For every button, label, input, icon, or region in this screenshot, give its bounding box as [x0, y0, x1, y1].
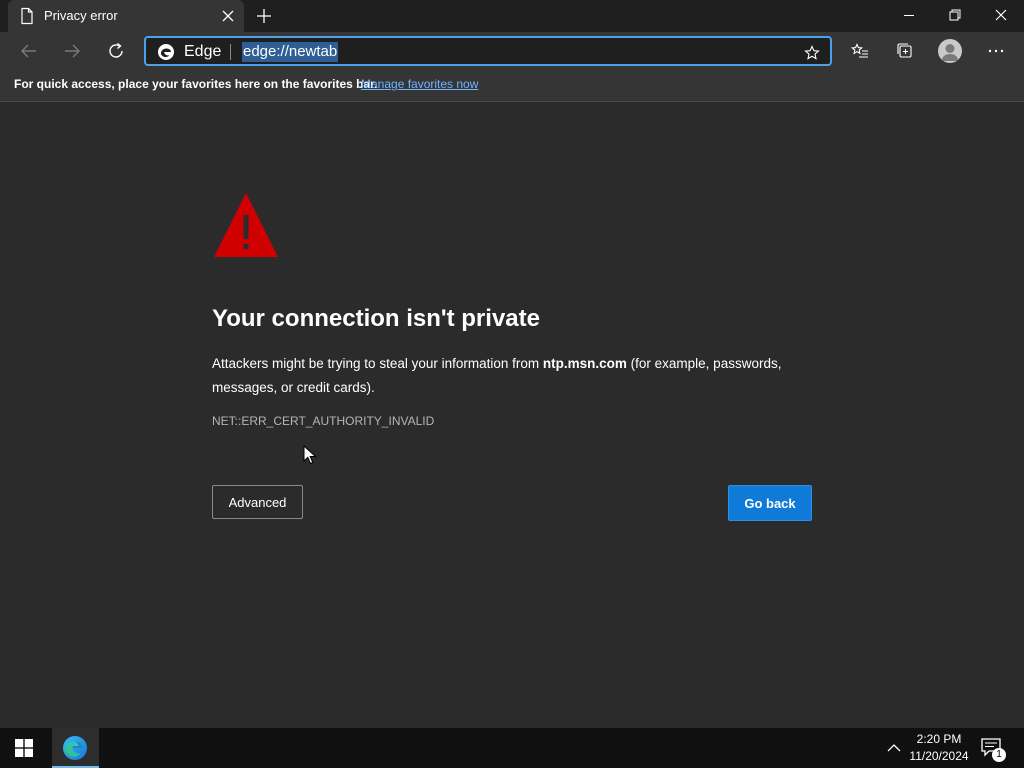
- error-page: Your connection isn't private Attackers …: [0, 103, 1024, 728]
- page-icon: [18, 7, 36, 25]
- tab-privacy-error[interactable]: Privacy error: [8, 0, 244, 32]
- edge-icon: [62, 735, 88, 761]
- collections-icon[interactable]: [890, 37, 920, 65]
- address-bar[interactable]: Edge edge://newtab: [144, 36, 832, 66]
- tab-title: Privacy error: [44, 8, 118, 23]
- refresh-icon[interactable]: [101, 37, 131, 65]
- close-window-icon[interactable]: [978, 0, 1024, 30]
- error-code[interactable]: NET::ERR_CERT_AUTHORITY_INVALID: [212, 414, 434, 428]
- back-arrow-icon[interactable]: [14, 37, 44, 65]
- taskbar-clock[interactable]: 2:20 PM 11/20/2024: [906, 731, 972, 765]
- advanced-button[interactable]: Advanced: [212, 485, 303, 519]
- clock-date: 11/20/2024: [909, 749, 969, 763]
- error-description: Attackers might be trying to steal your …: [212, 352, 822, 400]
- taskbar: 2:20 PM 11/20/2024 1: [0, 728, 1024, 768]
- close-icon[interactable]: [218, 6, 238, 26]
- taskbar-edge-button[interactable]: [52, 728, 99, 768]
- favorites-bar-message: For quick access, place your favorites h…: [14, 77, 378, 91]
- address-separator: [230, 44, 231, 60]
- site-label: Edge: [184, 43, 222, 60]
- description-text-start: Attackers might be trying to steal your …: [212, 356, 543, 371]
- restore-icon[interactable]: [932, 0, 978, 30]
- notification-icon[interactable]: 1: [980, 736, 1006, 762]
- favorites-icon[interactable]: [845, 37, 875, 65]
- error-host: ntp.msn.com: [542, 356, 627, 371]
- error-heading: Your connection isn't private: [212, 305, 540, 332]
- notification-count-badge: 1: [992, 748, 1006, 762]
- warning-icon: [212, 191, 280, 261]
- more-icon[interactable]: [981, 37, 1011, 65]
- mouse-pointer-icon: [303, 444, 317, 465]
- clock-time: 2:20 PM: [916, 732, 962, 746]
- toolbar: Edge edge://newtab: [0, 32, 1024, 70]
- title-bar: Privacy error: [0, 0, 1024, 32]
- manage-favorites-link[interactable]: Manage favorites now: [361, 77, 478, 91]
- plus-icon[interactable]: [252, 4, 276, 28]
- go-back-button[interactable]: Go back: [728, 485, 812, 521]
- chevron-up-icon[interactable]: [884, 738, 904, 758]
- forward-arrow-icon[interactable]: [57, 37, 87, 65]
- edge-icon: [157, 43, 175, 61]
- windows-start-icon[interactable]: [0, 728, 48, 768]
- minimize-icon[interactable]: [886, 0, 932, 30]
- avatar-icon[interactable]: [938, 39, 962, 63]
- url-text[interactable]: edge://newtab: [242, 42, 339, 62]
- favorites-bar: For quick access, place your favorites h…: [0, 70, 1024, 102]
- star-icon[interactable]: [802, 43, 822, 63]
